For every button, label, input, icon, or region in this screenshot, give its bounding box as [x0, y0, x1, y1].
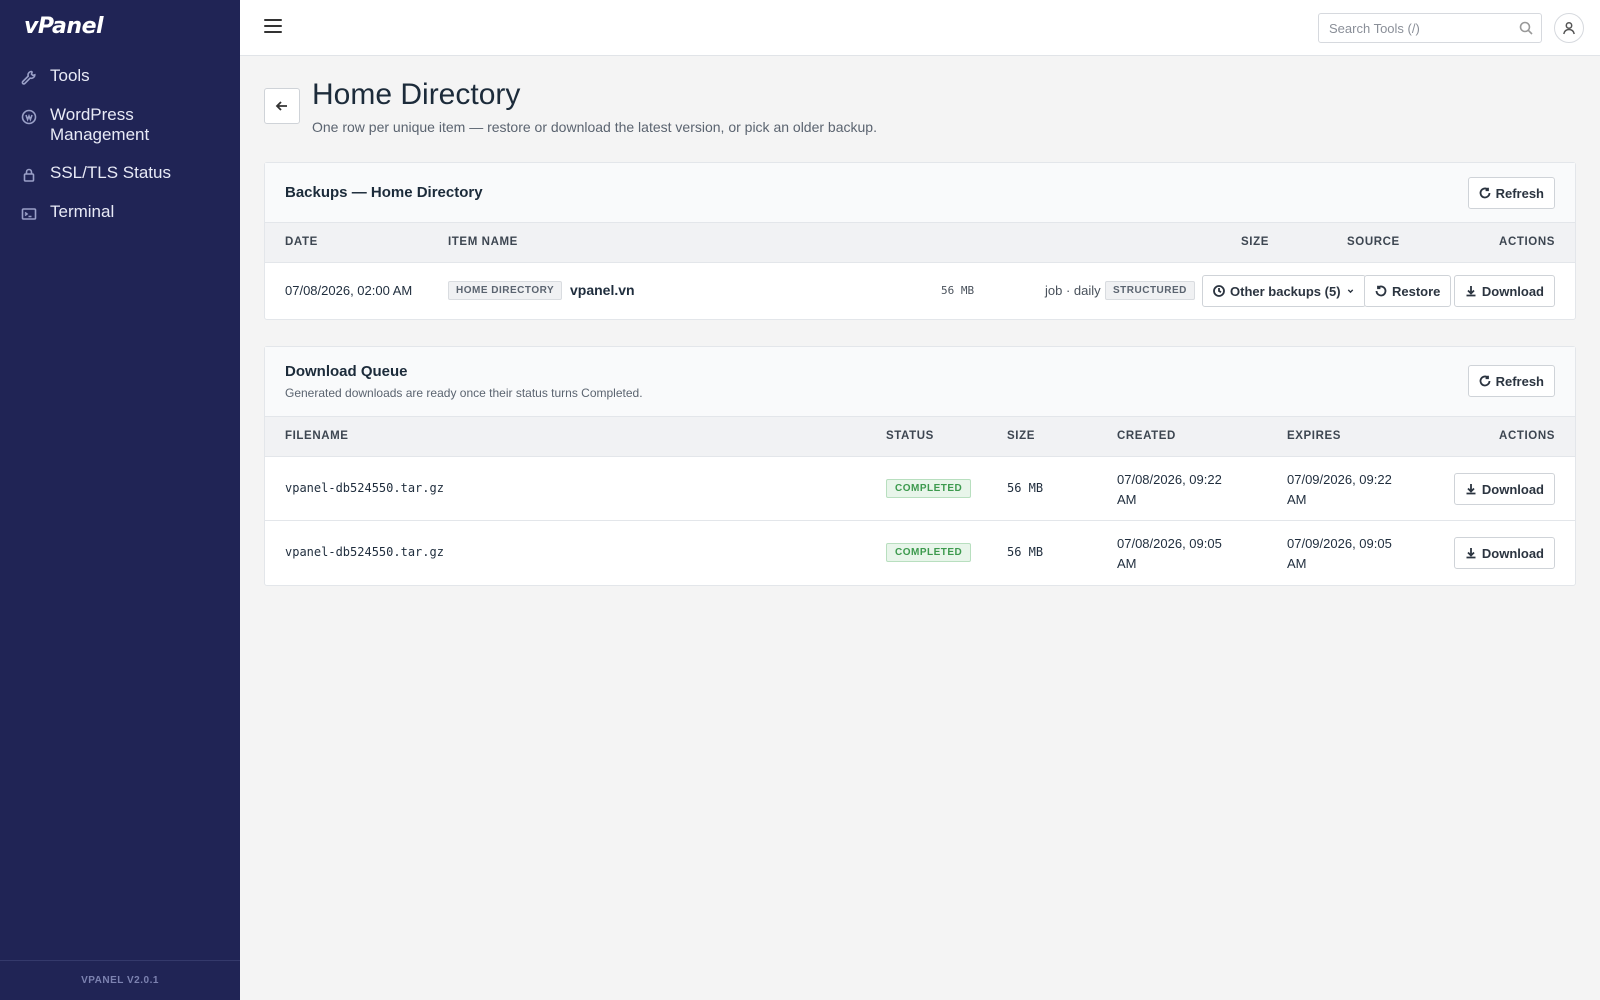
column-header-source: SOURCE	[1347, 236, 1400, 248]
queue-expires: 07/09/2026, 09:22 AM	[1287, 472, 1392, 507]
table-row: 07/08/2026, 02:00 AM HOME DIRECTORY vpan…	[265, 263, 1575, 319]
user-account-button[interactable]	[1554, 13, 1584, 43]
restore-icon	[1375, 285, 1387, 297]
backup-source: job · daily	[1045, 283, 1101, 298]
search-icon[interactable]	[1519, 21, 1533, 35]
backups-card-header: Backups — Home Directory Refresh	[265, 163, 1575, 223]
search-input[interactable]	[1319, 14, 1509, 42]
wordpress-icon	[20, 108, 38, 126]
queue-description: Generated downloads are ready once their…	[285, 386, 643, 400]
clock-icon	[1213, 285, 1225, 297]
download-queue-card: Download Queue Generated downloads are r…	[264, 346, 1576, 586]
status-badge: COMPLETED	[886, 543, 972, 562]
refresh-icon	[1479, 375, 1491, 387]
page-title: Home Directory	[312, 78, 521, 111]
download-button[interactable]: Download	[1453, 537, 1555, 569]
queue-refresh-button[interactable]: Refresh	[1467, 365, 1555, 397]
download-button[interactable]: Download	[1453, 473, 1555, 505]
sidebar-item-ssl[interactable]: SSL/TLS Status	[0, 163, 240, 184]
download-button[interactable]: Download	[1453, 275, 1555, 307]
lock-icon	[20, 166, 38, 184]
restore-button[interactable]: Restore	[1364, 275, 1452, 307]
backups-refresh-button[interactable]: Refresh	[1467, 177, 1555, 209]
menu-icon[interactable]	[264, 19, 282, 35]
download-label: Download	[1481, 481, 1544, 497]
download-icon	[1465, 547, 1477, 559]
refresh-label: Refresh	[1495, 185, 1544, 201]
queue-expires: 07/09/2026, 09:05 AM	[1287, 536, 1392, 571]
topbar	[240, 0, 1600, 56]
vpanel-logo[interactable]: vPanel	[24, 14, 104, 39]
queue-size: 56 MB	[1007, 481, 1044, 495]
table-row: vpanel-db524550.tar.gz COMPLETED 56 MB 0…	[265, 521, 1575, 585]
backup-date: 07/08/2026, 02:00 AM	[285, 283, 413, 298]
restore-label: Restore	[1392, 283, 1441, 299]
sidebar-item-wordpress[interactable]: WordPress Management	[0, 105, 240, 145]
sidebar-item-tools[interactable]: Tools	[0, 66, 240, 87]
arrow-left-icon	[275, 101, 287, 111]
column-header-created: CREATED	[1117, 430, 1176, 442]
queue-filename: vpanel-db524550.tar.gz	[285, 545, 444, 559]
queue-created: 07/08/2026, 09:22 AM	[1117, 472, 1222, 507]
page-subtitle: One row per unique item — restore or dow…	[312, 119, 877, 135]
download-label: Download	[1481, 283, 1544, 299]
table-row: vpanel-db524550.tar.gz COMPLETED 56 MB 0…	[265, 457, 1575, 521]
sidebar-nav: Tools WordPress Management SSL/TLS Statu…	[0, 66, 240, 241]
backups-title: Backups — Home Directory	[285, 184, 483, 201]
download-icon	[1465, 483, 1477, 495]
terminal-icon	[20, 205, 38, 223]
sidebar-item-label: WordPress Management	[50, 105, 150, 144]
status-badge: COMPLETED	[886, 479, 972, 498]
backup-size: 56 MB	[941, 284, 975, 297]
search-box	[1318, 13, 1542, 43]
queue-size: 56 MB	[1007, 545, 1044, 559]
wrench-icon	[20, 69, 38, 87]
item-name: vpanel.vn	[570, 282, 635, 298]
backups-card: Backups — Home Directory Refresh DATE IT…	[264, 162, 1576, 320]
queue-created: 07/08/2026, 09:05 AM	[1117, 536, 1222, 571]
back-button[interactable]	[264, 88, 300, 124]
item-type-badge: HOME DIRECTORY	[448, 281, 563, 300]
column-header-size: SIZE	[1241, 236, 1269, 248]
queue-card-header: Download Queue Generated downloads are r…	[265, 347, 1575, 417]
download-label: Download	[1481, 545, 1544, 561]
refresh-icon	[1479, 187, 1491, 199]
column-header-actions: ACTIONS	[1499, 430, 1555, 442]
column-header-actions: ACTIONS	[1499, 236, 1555, 248]
column-header-size: SIZE	[1007, 430, 1035, 442]
refresh-label: Refresh	[1495, 373, 1544, 389]
sidebar-item-label: Terminal	[50, 202, 115, 221]
other-backups-dropdown[interactable]: Other backups (5)	[1202, 275, 1366, 307]
column-header-date: DATE	[285, 236, 318, 248]
source-badge: STRUCTURED	[1105, 281, 1195, 300]
sidebar-item-terminal[interactable]: Terminal	[0, 202, 240, 223]
download-icon	[1465, 285, 1477, 297]
other-backups-label: Other backups (5)	[1230, 283, 1341, 299]
queue-table-header: FILENAME STATUS SIZE CREATED EXPIRES ACT…	[265, 417, 1575, 457]
sidebar: vPanel Tools WordPress Management SSL/TL…	[0, 0, 240, 1000]
column-header-item-name: ITEM NAME	[448, 236, 518, 248]
sidebar-item-label: SSL/TLS Status	[50, 163, 171, 182]
column-header-status: STATUS	[886, 430, 934, 442]
backups-table-header: DATE ITEM NAME SIZE SOURCE ACTIONS	[265, 223, 1575, 263]
user-icon	[1563, 22, 1575, 35]
column-header-filename: FILENAME	[285, 430, 349, 442]
queue-title: Download Queue	[285, 363, 408, 380]
chevron-down-icon	[1346, 285, 1355, 297]
sidebar-item-label: Tools	[50, 66, 90, 85]
queue-filename: vpanel-db524550.tar.gz	[285, 481, 444, 495]
version-label: VPANEL V2.0.1	[0, 960, 240, 1000]
column-header-expires: EXPIRES	[1287, 430, 1342, 442]
